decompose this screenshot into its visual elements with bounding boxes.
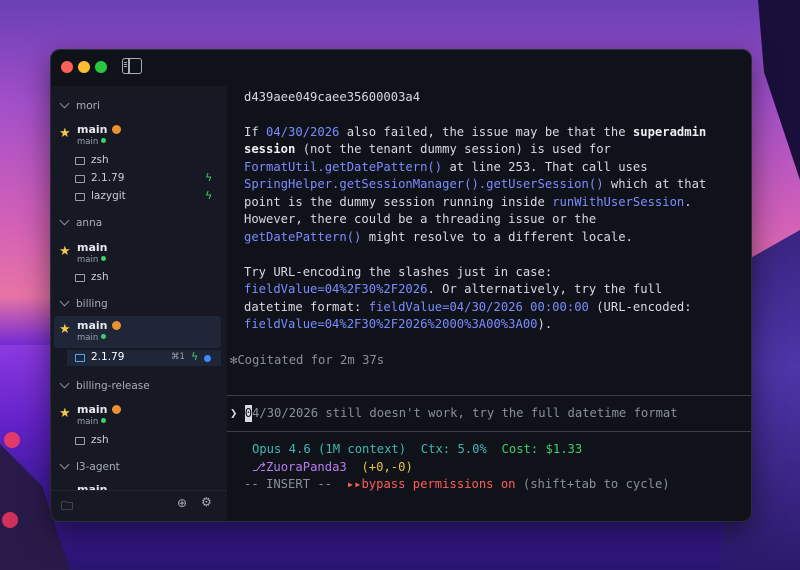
cursor: 0 xyxy=(244,405,253,422)
status-dot-icon xyxy=(101,138,107,143)
status-dot-icon xyxy=(101,418,107,423)
terminal-item[interactable]: lazygit ϟ xyxy=(73,189,223,205)
mode-line: -- INSERT -- ▸▸bypass permissions on (sh… xyxy=(244,477,670,491)
prompt-chevron-icon: ❯ xyxy=(230,406,238,420)
sidebar-toggle-icon[interactable] xyxy=(122,58,142,74)
output-line: FormatUtil.getDatePattern() at line 253.… xyxy=(244,160,648,174)
status-dot-icon xyxy=(101,256,107,261)
workspace-branch: main xyxy=(77,137,107,147)
output-line: Try URL-encoding the slashes just in cas… xyxy=(244,265,553,279)
output-line: If 04/30/2026 also failed, the issue may… xyxy=(244,125,707,139)
divider xyxy=(227,395,751,396)
terminal-icon xyxy=(75,157,85,165)
workspace-title: main xyxy=(77,241,108,254)
sidebar-footer: 🗀 ⊕ ⚙ xyxy=(51,490,227,521)
chevron-down-icon xyxy=(59,459,70,470)
star-icon: ★ xyxy=(59,244,71,259)
status-dot-icon xyxy=(101,334,107,339)
modified-badge-icon xyxy=(111,125,121,134)
workspace-title: main xyxy=(77,123,121,136)
minimize-window-button[interactable] xyxy=(78,61,90,73)
divider xyxy=(227,431,751,432)
terminal-pane[interactable]: d439aee049caee35600003a4 If 04/30/2026 a… xyxy=(227,50,751,521)
terminal-item[interactable]: zsh xyxy=(73,270,223,286)
terminal-item[interactable]: zsh xyxy=(73,433,223,449)
titlebar xyxy=(51,50,227,86)
wallpaper-flower xyxy=(4,432,20,448)
shortcut-hint: ⌘1 xyxy=(171,352,185,362)
zoom-icon[interactable]: ⊕ xyxy=(177,496,187,510)
star-icon: ★ xyxy=(59,406,71,421)
fast-forward-icon: ▸▸ xyxy=(346,477,362,491)
terminal-item[interactable]: zsh xyxy=(73,153,223,169)
terminal-item[interactable]: 2.1.79 ϟ xyxy=(73,171,223,187)
workspace-title: main xyxy=(77,319,121,332)
gear-icon[interactable]: ⚙ xyxy=(201,495,212,509)
commit-hash: d439aee049caee35600003a4 xyxy=(244,90,421,104)
bolt-icon: ϟ xyxy=(191,350,199,363)
output-line: fieldValue=04%2F30%2F2026%2000%3A00%3A00… xyxy=(244,317,553,331)
sidebar-group-billing[interactable]: billing xyxy=(59,296,108,310)
workspace-branch: main xyxy=(77,417,107,427)
chevron-down-icon xyxy=(59,215,70,226)
output-line: getDatePattern() might resolve to a diff… xyxy=(244,230,633,244)
unread-dot-icon xyxy=(204,355,211,362)
git-status-line: ⎇ZuoraPanda3 (+0,-0) xyxy=(252,460,413,474)
chevron-down-icon xyxy=(59,296,70,307)
output-line: session (not the tenant dummy session) i… xyxy=(244,142,611,156)
sidebar-group-l3-agent[interactable]: l3-agent xyxy=(59,459,120,473)
terminal-item-active[interactable]: 2.1.79 ⌘1 ϟ xyxy=(67,350,221,366)
output-line: SpringHelper.getSessionManager().getUser… xyxy=(244,177,707,191)
workspace-branch: main xyxy=(77,255,107,265)
output-line: fieldValue=04%2F30%2F2026. Or alternativ… xyxy=(244,282,663,296)
workspace-branch: main xyxy=(77,333,107,343)
bolt-icon: ϟ xyxy=(205,189,213,202)
star-icon: ★ xyxy=(59,322,71,337)
status-line: Opus 4.6 (1M context) Ctx: 5.0% Cost: $1… xyxy=(252,442,583,456)
terminal-icon xyxy=(75,175,85,183)
terminal-icon xyxy=(75,354,85,362)
star-icon: ★ xyxy=(59,126,71,141)
output-line: However, there could be a threading issu… xyxy=(244,212,597,226)
output-line: datetime format: fieldValue=04/30/2026 0… xyxy=(244,300,692,314)
cogitated-status: ✻Cogitated for 2m 37s xyxy=(230,353,385,367)
output-line: point is the dummy session running insid… xyxy=(244,195,692,209)
chevron-down-icon xyxy=(59,378,70,389)
new-folder-icon[interactable]: 🗀 xyxy=(61,497,73,518)
terminal-icon xyxy=(75,193,85,201)
modified-badge-icon xyxy=(111,321,121,330)
workspace-item[interactable]: ★ main main xyxy=(51,238,221,270)
app-window: mori ★ main main zsh 2.1.79 ϟ lazygit ϟ … xyxy=(50,49,752,522)
bolt-icon: ϟ xyxy=(205,171,213,184)
zoom-window-button[interactable] xyxy=(95,61,107,73)
close-window-button[interactable] xyxy=(61,61,73,73)
modified-badge-icon xyxy=(111,405,121,414)
sidebar-group-billing-release[interactable]: billing-release xyxy=(59,378,150,392)
wallpaper-flower xyxy=(2,512,18,528)
sidebar: mori ★ main main zsh 2.1.79 ϟ lazygit ϟ … xyxy=(51,86,227,521)
prompt-input[interactable]: ❯ 04/30/2026 still doesn't work, try the… xyxy=(230,405,678,422)
workspace-item-selected[interactable]: ★ main main xyxy=(54,316,221,348)
terminal-icon xyxy=(75,437,85,445)
workspace-item[interactable]: ★ main main xyxy=(51,400,221,432)
sidebar-group-anna[interactable]: anna xyxy=(59,215,102,229)
workspace-title: main xyxy=(77,403,121,416)
terminal-icon xyxy=(75,274,85,282)
sidebar-group-mori[interactable]: mori xyxy=(59,98,100,112)
chevron-down-icon xyxy=(59,98,70,109)
workspace-item[interactable]: ★ main main xyxy=(51,120,221,152)
